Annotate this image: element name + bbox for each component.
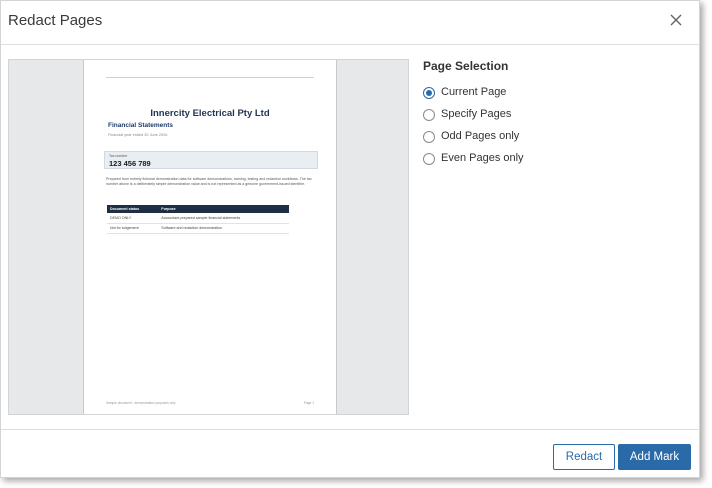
redact-button[interactable]: Redact (553, 444, 615, 470)
dialog-footer: Redact Add Mark (1, 429, 699, 479)
radio-button[interactable] (423, 87, 435, 99)
page-selection-options: Current Page Specify Pages Odd Pages onl… (423, 82, 693, 170)
table-cell: DEMO ONLY (107, 213, 159, 224)
table-row: DEMO ONLY Accountant-prepared sample fin… (107, 213, 289, 224)
radio-button[interactable] (423, 109, 435, 121)
table-cell: Software and redaction demonstration (158, 223, 289, 234)
radio-button[interactable] (423, 131, 435, 143)
radio-button[interactable] (423, 153, 435, 165)
close-icon[interactable] (667, 11, 685, 29)
page-preview: Innercity Electrical Pty Ltd Financial S… (8, 59, 409, 415)
dialog-header: Redact Pages (1, 1, 699, 45)
tax-number-value: 123 456 789 (109, 159, 151, 168)
radio-label: Odd Pages only (441, 130, 520, 142)
company-name: Innercity Electrical Pty Ltd (150, 108, 270, 119)
add-mark-button[interactable]: Add Mark (618, 444, 691, 470)
status-table: Document status Purpose DEMO ONLY Accoun… (107, 205, 289, 234)
radio-label: Specify Pages (441, 108, 512, 120)
document-paragraph: Prepared from entirely fictional demonst… (106, 177, 312, 186)
radio-option-even-pages[interactable]: Even Pages only (423, 148, 693, 170)
page-selection-panel: Page Selection Current Page Specify Page… (423, 59, 693, 170)
table-header-cell: Purpose (158, 205, 289, 213)
page-footer-right: Page 1 (303, 401, 314, 405)
close-icon-glyph (670, 14, 682, 26)
page-header-rule (106, 77, 314, 78)
radio-label: Even Pages only (441, 152, 524, 164)
dialog-title: Redact Pages (8, 12, 103, 29)
radio-label: Current Page (441, 86, 507, 98)
table-row: Not for lodgement Software and redaction… (107, 223, 289, 234)
table-header-cell: Document status (107, 205, 159, 213)
radio-option-specify-pages[interactable]: Specify Pages (423, 104, 693, 126)
radio-option-odd-pages[interactable]: Odd Pages only (423, 126, 693, 148)
tax-number-label: Tax number (109, 154, 128, 158)
table-cell: Not for lodgement (107, 223, 159, 234)
page-footer-left: Sample document - demonstration purposes… (106, 401, 176, 405)
table-cell: Accountant-prepared sample financial sta… (158, 213, 289, 224)
tax-number-box: Tax number 123 456 789 (104, 151, 318, 169)
radio-option-current-page[interactable]: Current Page (423, 82, 693, 104)
preview-page: Innercity Electrical Pty Ltd Financial S… (83, 60, 337, 414)
document-title: Financial Statements (108, 122, 174, 129)
page-selection-title: Page Selection (423, 59, 509, 73)
document-subtitle: Financial year ended 30 June 2026 (108, 133, 168, 137)
table-header-row: Document status Purpose (107, 205, 289, 213)
redact-pages-dialog: Redact Pages Innercity Electrical Pty Lt… (0, 0, 700, 478)
